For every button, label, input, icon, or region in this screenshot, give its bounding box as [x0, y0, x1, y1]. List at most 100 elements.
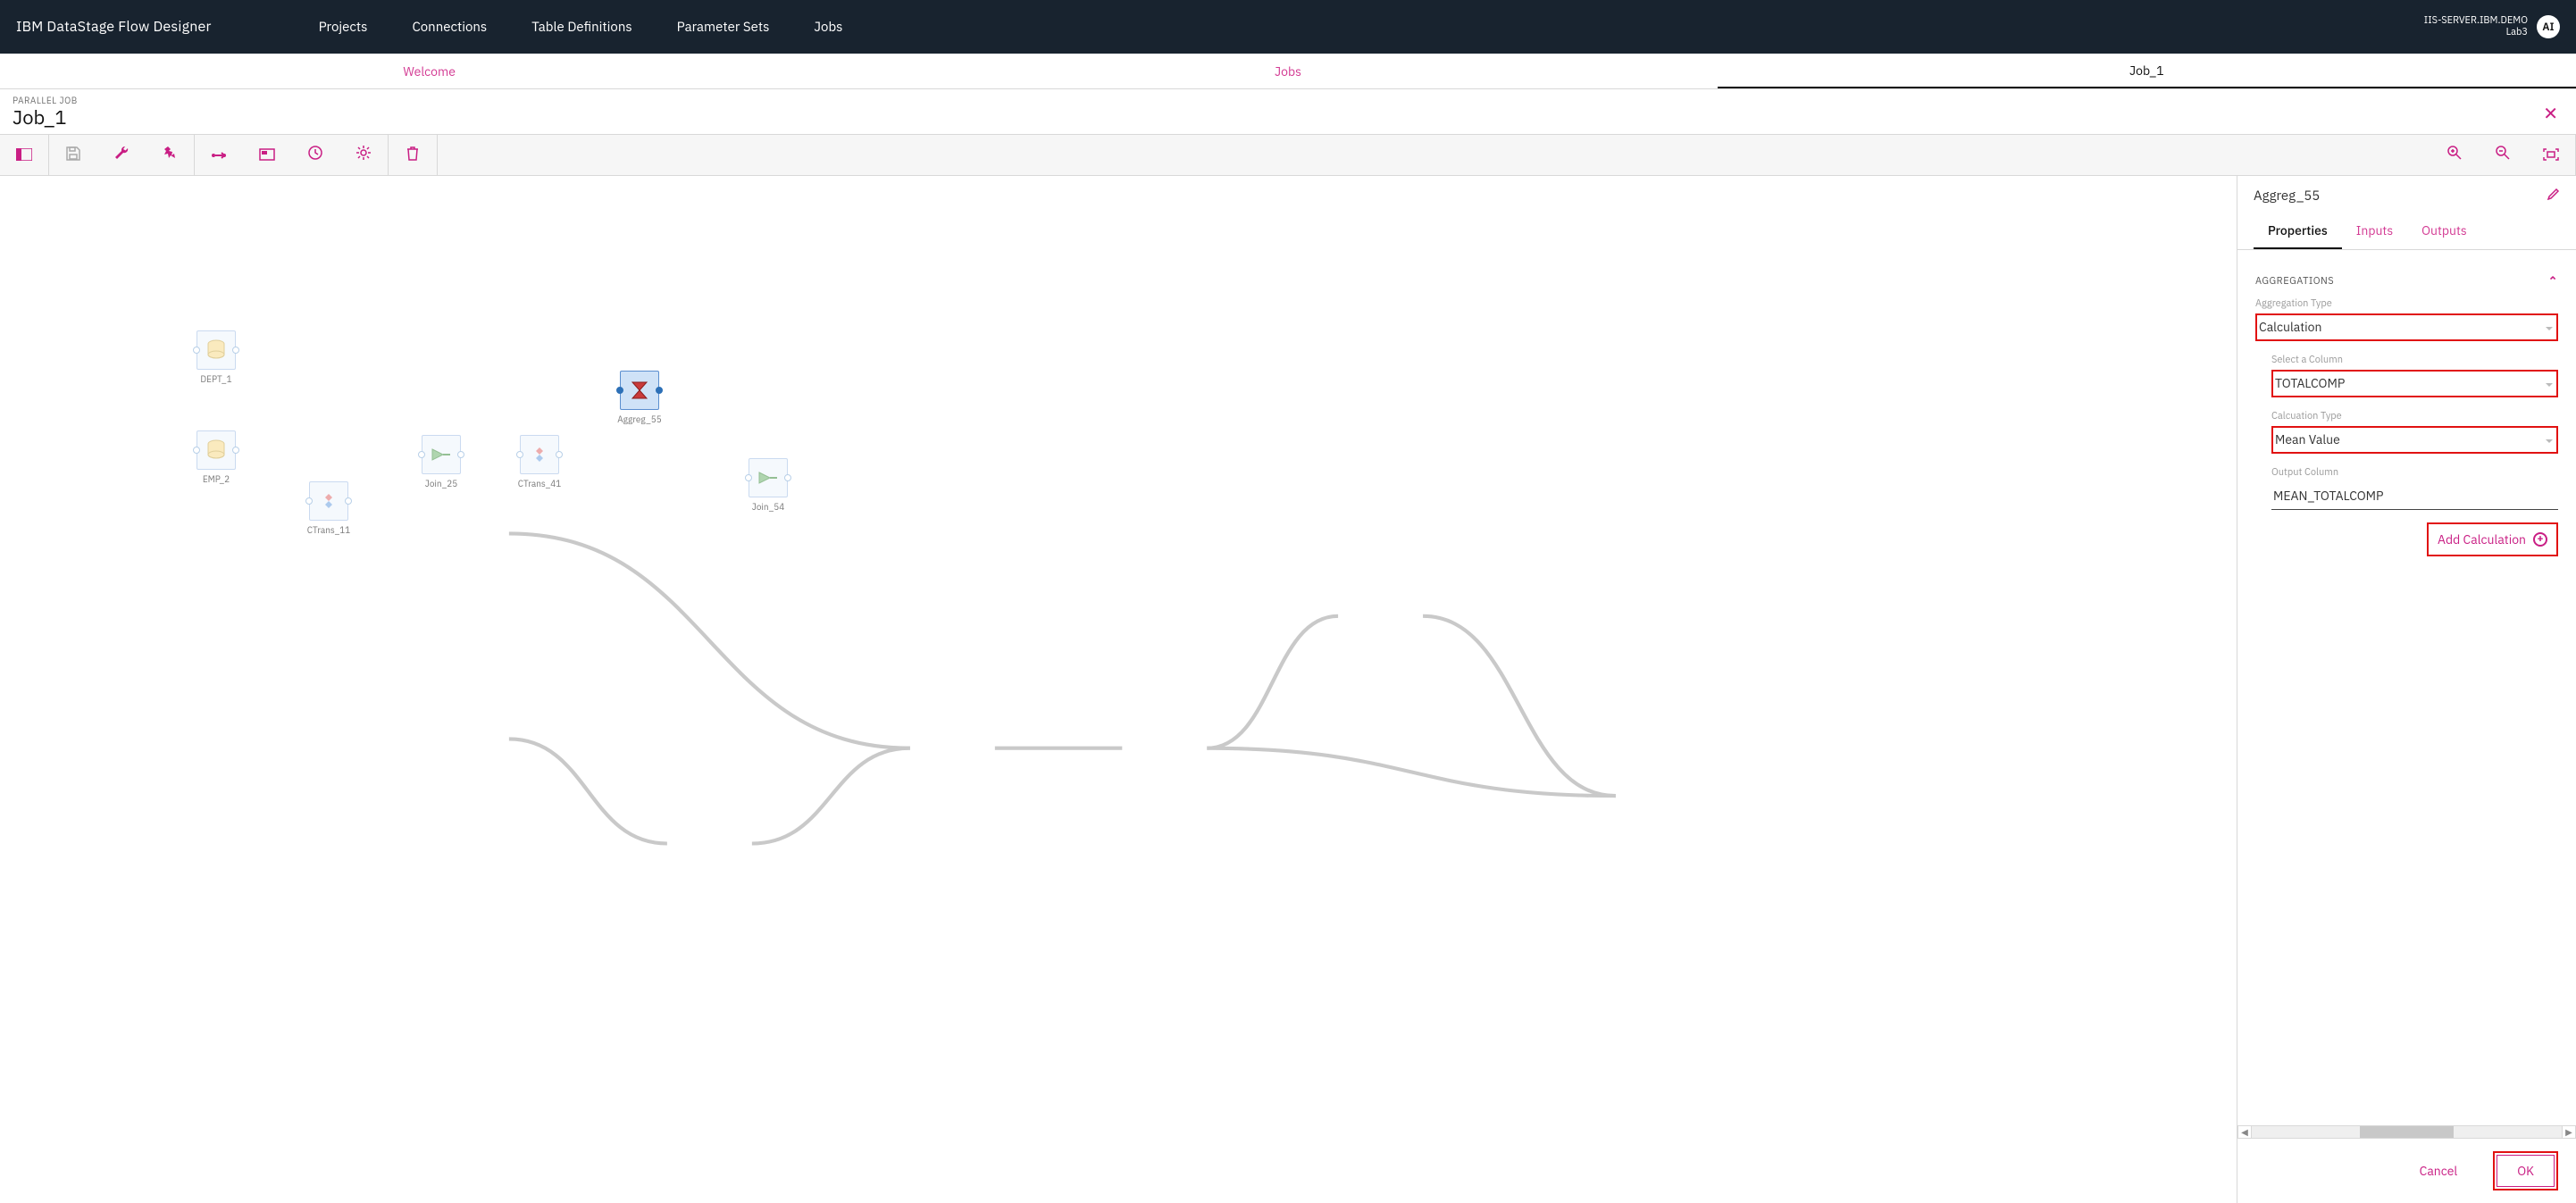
stage-label: DEPT_1	[180, 373, 252, 385]
zoom-in-button[interactable]	[2430, 135, 2479, 175]
trash-icon	[406, 145, 419, 165]
calculation-type-label: Calcuation Type	[2271, 410, 2558, 422]
section-aggregations-header[interactable]: AGGREGATIONS ⌃	[2255, 273, 2558, 288]
compile-button[interactable]	[97, 135, 146, 175]
tab-welcome[interactable]: Welcome	[0, 54, 858, 88]
add-calculation-label: Add Calculation	[2438, 531, 2526, 547]
tab-properties[interactable]: Properties	[2254, 213, 2342, 249]
tab-job-1[interactable]: Job_1	[1718, 54, 2576, 88]
tab-jobs[interactable]: Jobs	[858, 54, 1717, 88]
scroll-right-icon[interactable]: ▶	[2562, 1126, 2576, 1138]
stage-emp_2[interactable]	[197, 430, 236, 470]
user-avatar[interactable]: AI	[2537, 15, 2560, 38]
flow-links	[0, 176, 2237, 1203]
input-port[interactable]	[193, 447, 200, 454]
aggregation-type-label: Aggregation Type	[2255, 297, 2558, 310]
app-header: IBM DataStage Flow Designer Projects Con…	[0, 0, 2576, 54]
output-port[interactable]	[232, 347, 239, 354]
input-port[interactable]	[418, 451, 425, 458]
stage-ctrans_41[interactable]	[520, 435, 559, 474]
flow-canvas[interactable]: DEPT_1EMP_2CTrans_11Join_25CTrans_41Aggr…	[0, 176, 2237, 1203]
cancel-button[interactable]: Cancel	[2400, 1151, 2478, 1190]
zoom-out-button[interactable]	[2479, 135, 2527, 175]
output-port[interactable]	[232, 447, 239, 454]
output-column-input[interactable]	[2271, 482, 2558, 510]
tab-outputs[interactable]: Outputs	[2407, 213, 2481, 249]
stage-label: CTrans_11	[293, 524, 364, 536]
field-output-column: Output Column	[2271, 466, 2558, 510]
stage-join_54[interactable]	[749, 458, 788, 497]
calculation-type-select[interactable]: Mean Value	[2271, 426, 2558, 454]
input-port[interactable]	[616, 387, 623, 394]
input-port[interactable]	[745, 474, 752, 481]
link-icon	[211, 145, 227, 165]
save-icon	[66, 145, 80, 165]
stage-ctrans_11[interactable]	[309, 481, 348, 521]
settings-button[interactable]	[339, 135, 388, 175]
add-calculation-button[interactable]: Add Calculation +	[2430, 526, 2555, 553]
scrollbar-thumb[interactable]	[2360, 1126, 2453, 1138]
stage-label: EMP_2	[180, 473, 252, 485]
aggregation-type-select[interactable]: Calculation	[2255, 313, 2558, 341]
nav-jobs[interactable]: Jobs	[814, 19, 842, 36]
close-job-button[interactable]: ✕	[2538, 101, 2563, 125]
link-tool-button[interactable]	[195, 135, 243, 175]
section-aggregations-label: AGGREGATIONS	[2255, 275, 2334, 288]
scroll-left-icon[interactable]: ◀	[2237, 1126, 2252, 1138]
output-port[interactable]	[656, 387, 663, 394]
run-button[interactable]	[146, 135, 194, 175]
run-icon	[162, 145, 178, 165]
edit-stage-name-button[interactable]	[2547, 187, 2560, 205]
properties-panel: Aggreg_55 Properties Inputs Outputs AGGR…	[2237, 176, 2576, 1203]
brand-label: IBM DataStage Flow Designer	[16, 18, 212, 36]
nav-parameter-sets[interactable]: Parameter Sets	[677, 19, 770, 36]
nav-connections[interactable]: Connections	[412, 19, 487, 36]
input-port[interactable]	[193, 347, 200, 354]
job-toolbar	[0, 135, 2576, 176]
zoom-fit-button[interactable]	[2527, 135, 2575, 175]
clock-icon	[307, 145, 323, 165]
output-port[interactable]	[345, 497, 352, 505]
scrollbar-track[interactable]	[2252, 1126, 2562, 1138]
stage-label: Join_54	[732, 501, 804, 513]
stage-join_25[interactable]	[422, 435, 461, 474]
nav-projects[interactable]: Projects	[319, 19, 368, 36]
pencil-icon	[2547, 187, 2560, 205]
toggle-palette-button[interactable]	[0, 135, 48, 175]
job-name: Job_1	[13, 104, 78, 130]
annotation-button[interactable]	[243, 135, 291, 175]
nav-table-definitions[interactable]: Table Definitions	[531, 19, 631, 36]
gear-icon	[355, 145, 372, 165]
output-port[interactable]	[457, 451, 464, 458]
plus-circle-icon: +	[2533, 532, 2547, 547]
stage-dept_1[interactable]	[197, 330, 236, 370]
zoom-fit-icon	[2543, 145, 2559, 165]
delete-button[interactable]	[389, 135, 437, 175]
panel-icon	[16, 145, 32, 165]
field-aggregation-type: Aggregation Type Calculation	[2255, 297, 2558, 341]
stage-label: Aggreg_55	[604, 414, 675, 425]
stage-name: Aggreg_55	[2254, 188, 2320, 205]
stage-label: CTrans_41	[504, 478, 575, 489]
field-calculation-type: Calcuation Type Mean Value	[2271, 410, 2558, 454]
job-title-bar: PARALLEL JOB Job_1 ✕	[0, 89, 2576, 135]
panel-tabs: Properties Inputs Outputs	[2237, 213, 2576, 250]
save-button[interactable]	[49, 135, 97, 175]
ok-button[interactable]: OK	[2497, 1155, 2555, 1187]
wrench-icon	[113, 145, 130, 165]
input-port[interactable]	[516, 451, 523, 458]
select-column-select[interactable]: TOTALCOMP	[2271, 370, 2558, 397]
close-icon: ✕	[2543, 101, 2558, 125]
stage-aggreg_55[interactable]	[620, 371, 659, 410]
main-area: DEPT_1EMP_2CTrans_11Join_25CTrans_41Aggr…	[0, 176, 2576, 1203]
input-port[interactable]	[305, 497, 313, 505]
output-port[interactable]	[784, 474, 791, 481]
panel-horizontal-scrollbar[interactable]: ◀ ▶	[2237, 1125, 2576, 1138]
chevron-up-icon: ⌃	[2548, 273, 2558, 288]
panel-body[interactable]: AGGREGATIONS ⌃ Aggregation Type Calculat…	[2237, 250, 2576, 1125]
output-port[interactable]	[556, 451, 563, 458]
schedule-button[interactable]	[291, 135, 339, 175]
tab-inputs[interactable]: Inputs	[2342, 213, 2407, 249]
field-select-column: Select a Column TOTALCOMP	[2271, 354, 2558, 397]
workspace-tabs: Welcome Jobs Job_1	[0, 54, 2576, 89]
